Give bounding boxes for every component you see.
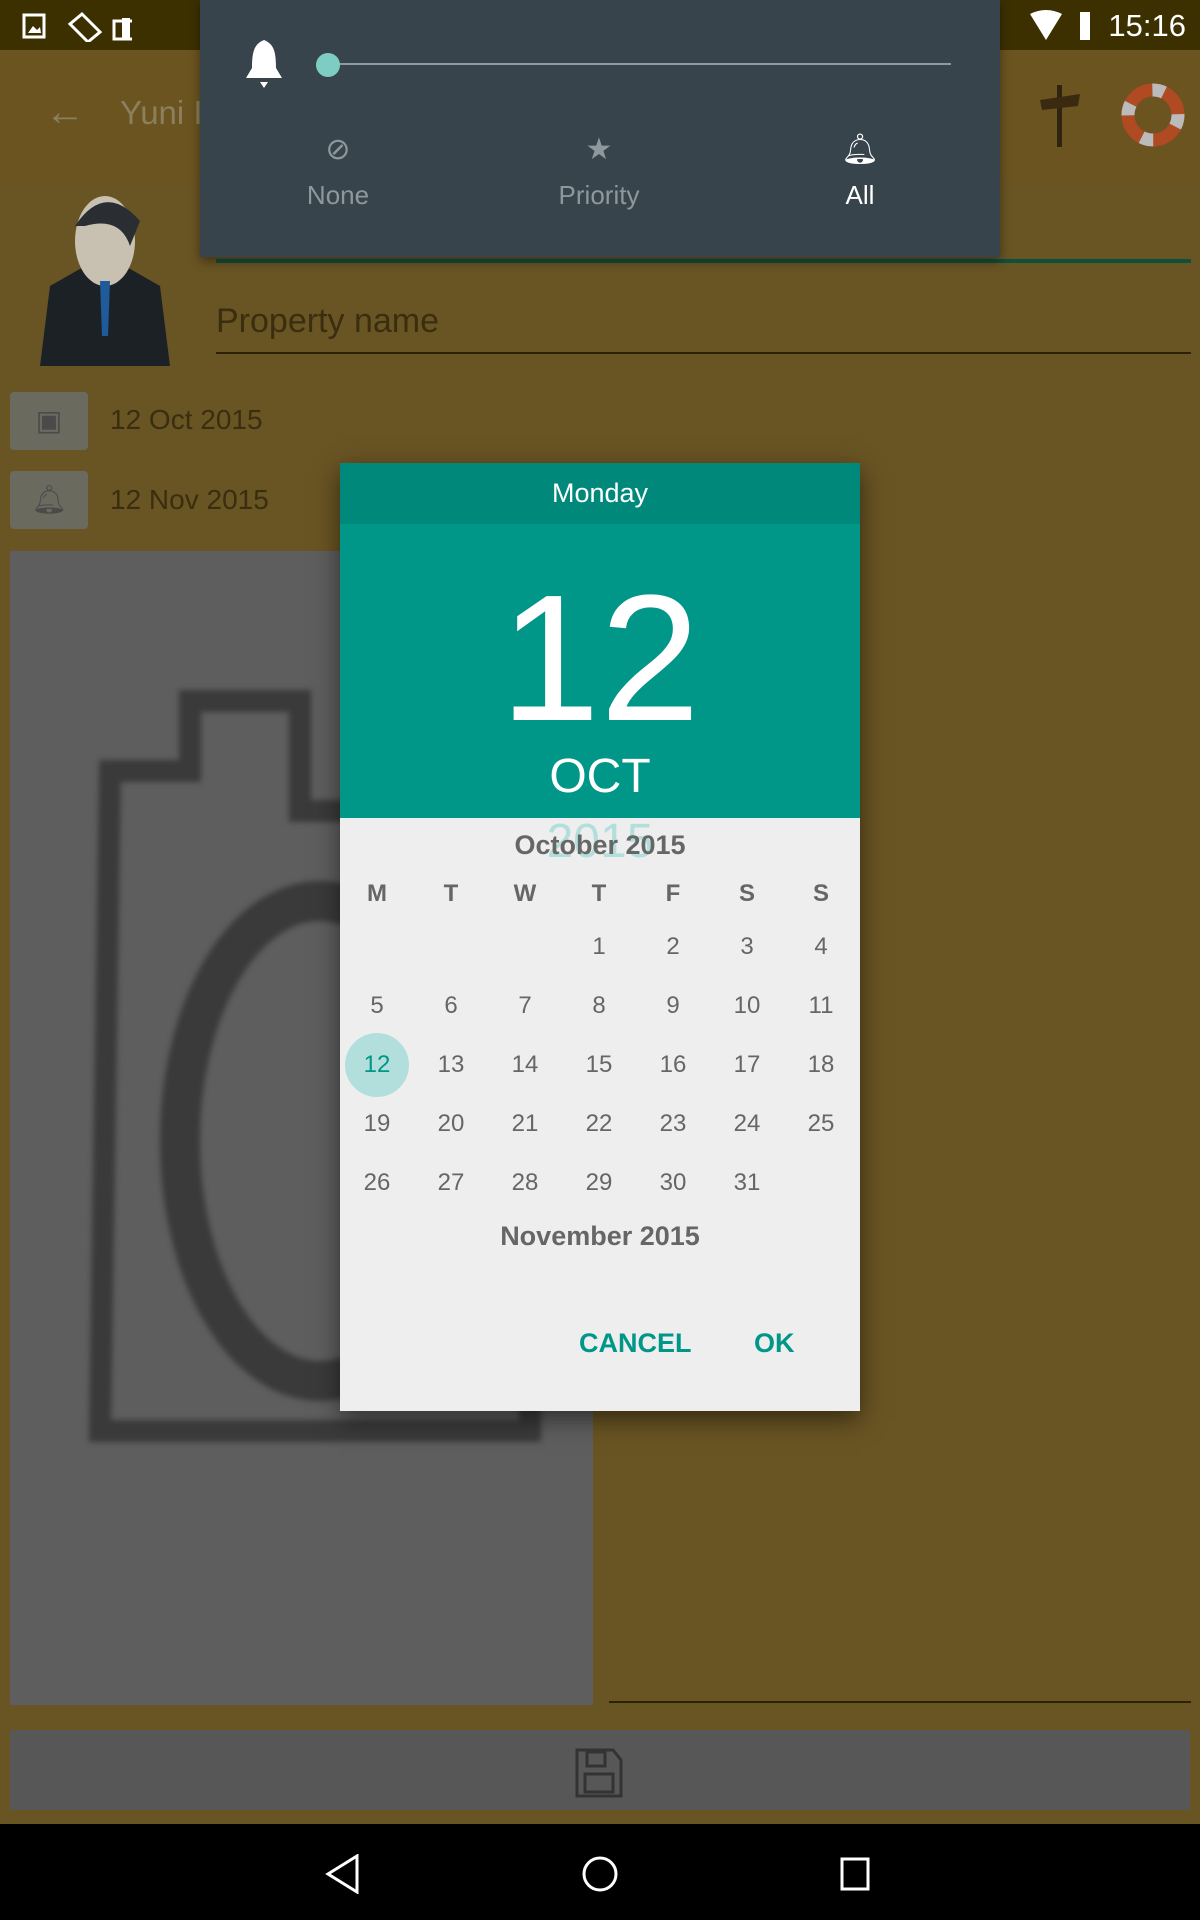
calendar-day[interactable]: 7 (488, 992, 562, 1020)
calendar-day[interactable]: 16 (636, 1051, 710, 1079)
calendar-day[interactable]: 5 (340, 992, 414, 1020)
weekday-label: W (513, 880, 537, 907)
calendar-day[interactable]: 22 (562, 1110, 636, 1138)
date-reminder[interactable]: 12 Nov 2015 (110, 484, 269, 516)
calendar-day[interactable]: 8 (562, 992, 636, 1020)
status-notification-icons (22, 12, 132, 42)
property-name-underline (216, 352, 1191, 354)
date-start[interactable]: 12 Oct 2015 (110, 404, 263, 436)
volume-slider-thumb[interactable] (316, 53, 340, 77)
calendar-day[interactable]: 6 (414, 992, 488, 1020)
signpost-icon[interactable] (1030, 80, 1090, 150)
weekday-label: T (591, 880, 607, 907)
lifebuoy-icon[interactable] (1120, 82, 1186, 148)
focus-underline (216, 259, 1191, 263)
property-name-input[interactable]: Property name (216, 302, 439, 341)
weekday-label: F (665, 880, 681, 907)
weekday-label: T (443, 880, 459, 907)
calendar-day[interactable]: 28 (488, 1169, 562, 1197)
back-arrow-icon[interactable]: ← (45, 90, 85, 135)
calendar-day[interactable]: 25 (784, 1110, 858, 1138)
bell-ringing-icon: 🔔︎ (840, 133, 880, 166)
volume-slider-track[interactable] (327, 63, 951, 65)
calendar-day[interactable]: 10 (710, 992, 784, 1020)
navigation-bar (0, 1824, 1200, 1920)
calendar-day[interactable]: 13 (414, 1051, 488, 1079)
wifi-battery-icons (1030, 10, 1090, 40)
calendar-day[interactable]: 31 (710, 1169, 784, 1197)
weekday-label: S (738, 880, 755, 907)
mode-none-label: None (306, 180, 370, 210)
avatar (40, 196, 170, 366)
weekday-label: S (812, 880, 829, 907)
notes-underline (609, 1701, 1191, 1703)
calendar-day[interactable]: 11 (784, 992, 858, 1020)
mode-all-label: All (845, 180, 875, 210)
recents-icon[interactable] (840, 1857, 870, 1891)
save-button[interactable] (10, 1730, 1190, 1810)
calendar-day[interactable]: 26 (340, 1169, 414, 1197)
calendar-day[interactable]: 17 (710, 1051, 784, 1079)
block-icon: ⊘ (325, 133, 351, 166)
calendar-day[interactable]: 14 (488, 1051, 562, 1079)
calendar-day[interactable]: 15 (562, 1051, 636, 1079)
mode-all[interactable]: 🔔︎ All (760, 130, 960, 211)
calendar-day[interactable]: 9 (636, 992, 710, 1020)
back-icon[interactable] (325, 1854, 359, 1894)
calendar-day[interactable]: 4 (784, 933, 858, 961)
ok-button[interactable]: OK (754, 1328, 795, 1359)
calendar-day[interactable]: 12 (340, 1051, 414, 1079)
calendar-day[interactable]: 21 (488, 1110, 562, 1138)
calendar-day[interactable]: 1 (562, 933, 636, 961)
calendar-icon[interactable]: ▣ (10, 392, 88, 450)
next-month-title: November 2015 (500, 1221, 700, 1251)
calendar-day[interactable]: 3 (710, 933, 784, 961)
clock: 15:16 (1108, 8, 1186, 43)
calendar-day[interactable]: 24 (710, 1110, 784, 1138)
calendar-day[interactable]: 20 (414, 1110, 488, 1138)
calendar-day[interactable]: 19 (340, 1110, 414, 1138)
weekday-label: M (367, 880, 387, 907)
calendar-grid: M T W T F S S 1 2 3 4 5 6 7 8 9 10 11 12 13 14 15 16 17 18 19 20 21… (340, 463, 860, 1411)
calendar-day[interactable]: 23 (636, 1110, 710, 1138)
volume-panel: ⊘ None ★ Priority 🔔︎ All (200, 0, 1000, 257)
date-picker-dialog: Monday 12 OCT 2015 October 2015 MTWTFSS1… (340, 463, 860, 1411)
home-icon[interactable] (582, 1856, 618, 1892)
mode-none[interactable]: ⊘ None (238, 130, 438, 211)
calendar-day[interactable]: 29 (562, 1169, 636, 1197)
bell-icon (246, 40, 282, 88)
calendar-day[interactable]: 18 (784, 1051, 858, 1079)
calendar-day[interactable]: 30 (636, 1169, 710, 1197)
calendar-day[interactable]: 2 (636, 933, 710, 961)
mode-priority[interactable]: ★ Priority (499, 130, 699, 211)
toolbar-title: Yuni I (120, 94, 203, 131)
bell-reminder-icon[interactable]: 🔔︎ (10, 471, 88, 529)
mode-priority-label: Priority (558, 180, 640, 210)
star-icon: ★ (585, 133, 613, 166)
cancel-button[interactable]: CANCEL (579, 1328, 692, 1359)
calendar-day[interactable]: 27 (414, 1169, 488, 1197)
floppy-save-icon (575, 1748, 623, 1798)
